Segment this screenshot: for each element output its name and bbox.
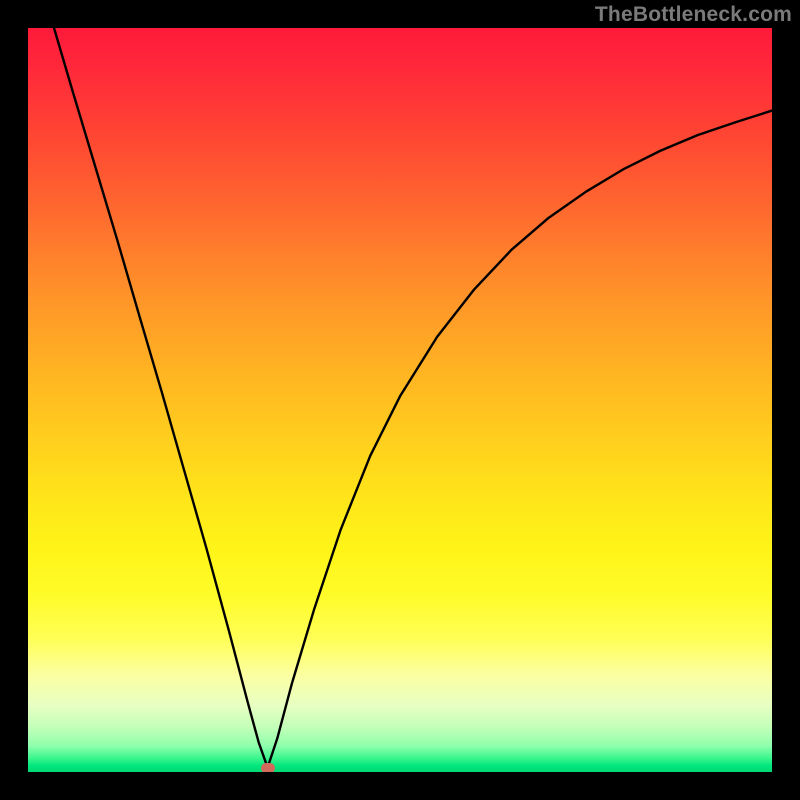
optimum-marker	[261, 763, 275, 772]
bottleneck-curve	[28, 28, 772, 772]
watermark-text: TheBottleneck.com	[595, 3, 792, 27]
plot-area	[28, 28, 772, 772]
curve-left-branch	[54, 28, 268, 768]
chart-frame: TheBottleneck.com	[0, 0, 800, 800]
curve-right-branch	[268, 111, 772, 768]
